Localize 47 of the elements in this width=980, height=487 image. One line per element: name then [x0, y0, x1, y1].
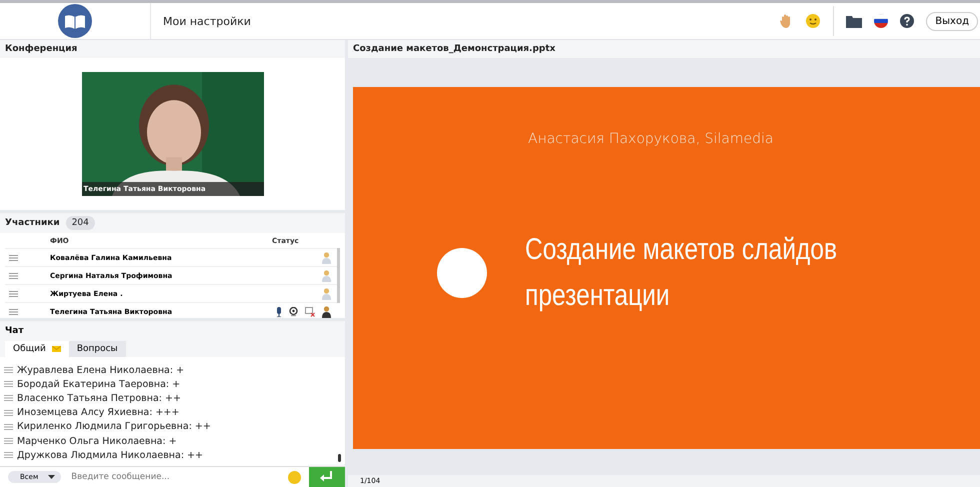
slide-heading: Создание макетов слайдов презентации: [525, 232, 838, 314]
webcam-icon[interactable]: [289, 307, 298, 316]
person-icon: [322, 270, 331, 282]
drag-handle-icon: [4, 452, 13, 458]
chat-message: Журавлева Елена Николаевна: +: [17, 364, 184, 376]
flag-icon[interactable]: [874, 14, 888, 28]
drag-handle-icon: [4, 410, 13, 416]
panel-title: Конференция: [5, 44, 78, 54]
circle-icon: [437, 248, 487, 298]
slide-author: Анастасия Пахорукова, Silamedia: [528, 131, 774, 147]
scrollbar[interactable]: [337, 248, 340, 303]
count-badge: 204: [66, 216, 95, 230]
chat-message: Марченко Ольга Николаевна: +: [17, 436, 177, 447]
help-icon[interactable]: [900, 14, 914, 28]
drag-handle-icon: [4, 395, 13, 402]
chat-tab[interactable]: Общий: [5, 341, 69, 357]
drag-handle-icon[interactable]: [9, 272, 18, 278]
person-icon: [322, 252, 331, 264]
drag-handle-icon[interactable]: [9, 308, 18, 314]
panel-title: Участники: [5, 218, 60, 228]
send-button[interactable]: [309, 467, 345, 487]
caret-icon: [48, 475, 56, 479]
person-icon: [322, 306, 331, 318]
chat-message: Иноземцева Алсу Яхиевна: +++: [17, 407, 180, 418]
chat-message: Власенко Татьяна Петровна: ++: [17, 392, 181, 404]
chat-tab[interactable]: Вопросы: [68, 341, 126, 357]
drag-handle-icon: [4, 424, 13, 430]
presentation-title: Создание макетов_Демонстрация.pptx: [353, 44, 556, 54]
settings-link[interactable]: Мои настройки: [163, 14, 251, 28]
panel-title: Чат: [5, 326, 24, 336]
enter-arrow-icon: [320, 471, 334, 483]
microphone-icon[interactable]: [276, 306, 282, 316]
folder-icon[interactable]: [846, 14, 862, 28]
drag-handle-icon: [4, 367, 13, 374]
smiley-icon[interactable]: [805, 13, 822, 29]
drag-handle-icon[interactable]: [9, 290, 18, 296]
drag-handle-icon: [4, 438, 13, 444]
drag-handle-icon: [4, 381, 13, 388]
scrollbar[interactable]: [338, 454, 341, 462]
exit-button[interactable]: Выход: [926, 12, 978, 30]
person-icon: [322, 288, 331, 300]
drag-handle-icon[interactable]: [9, 254, 18, 260]
chat-message: Дружкова Людмила Николаевна: ++: [17, 450, 203, 461]
envelope-icon: [52, 346, 61, 352]
chat-off-icon[interactable]: [305, 306, 315, 316]
chat-message: Кириленко Людмила Григорьевна: ++: [17, 421, 211, 432]
chat-message: Бородай Екатерина Таеровна: +: [17, 378, 180, 390]
